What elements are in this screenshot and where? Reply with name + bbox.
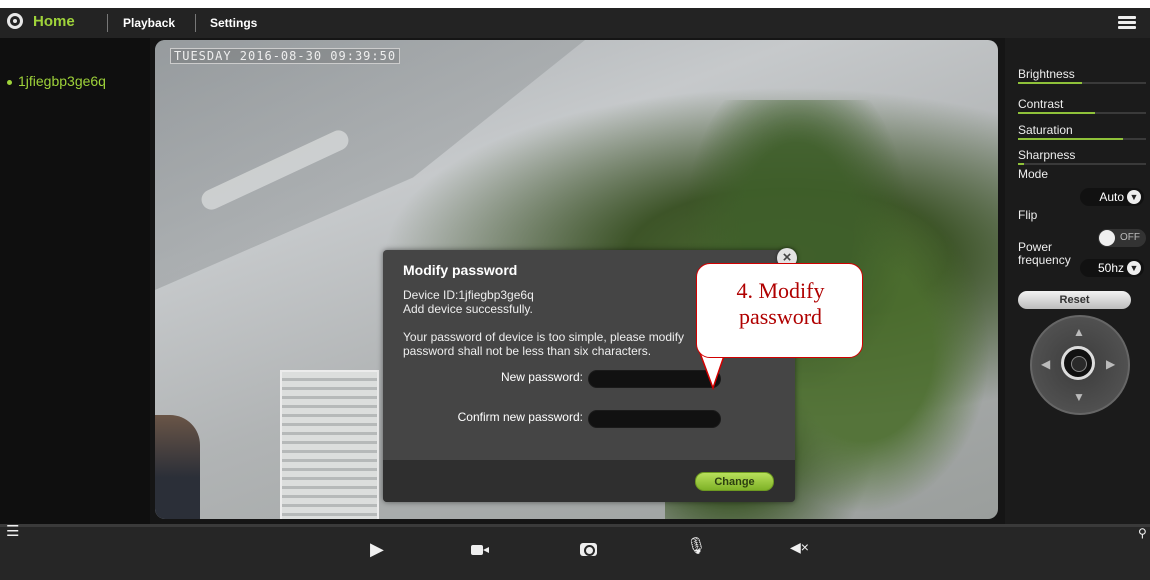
pan-up-icon[interactable]: ▲	[1073, 325, 1085, 339]
reset-button[interactable]: Reset	[1018, 291, 1131, 309]
instruction-callout: 4. Modify password	[696, 263, 863, 358]
mode-label: Mode	[1018, 167, 1049, 181]
pan-right-icon[interactable]: ▶	[1106, 357, 1115, 371]
slider-track[interactable]	[1018, 112, 1146, 114]
slider-track[interactable]	[1018, 138, 1146, 140]
nav-divider	[195, 14, 196, 32]
callout-pointer	[699, 353, 726, 391]
success-message: Add device successfully.	[403, 302, 533, 316]
ptz-direction-pad: ▲ ▼ ◀ ▶	[1030, 315, 1130, 415]
play-icon[interactable]: ▶	[370, 539, 384, 560]
nav-playback-tab[interactable]: Playback	[123, 16, 175, 30]
ptz-center-button[interactable]	[1061, 346, 1095, 380]
location-icon[interactable]: ⚲	[1138, 526, 1147, 540]
confirm-password-label: Confirm new password:	[457, 410, 583, 424]
brightness-slider[interactable]: Brightness	[1018, 65, 1146, 91]
app-window: Home Playback Settings 1jfiegbp3ge6q 🔧 +…	[0, 8, 1150, 580]
power-frequency-select[interactable]: 50hz ▼	[1080, 259, 1144, 277]
device-list-item[interactable]: 1jfiegbp3ge6q	[7, 73, 106, 89]
new-password-label: New password:	[500, 370, 583, 384]
saturation-slider[interactable]: Saturation	[1018, 121, 1146, 147]
nav-settings-tab[interactable]: Settings	[210, 16, 257, 30]
flip-label: Flip	[1018, 208, 1038, 222]
slider-track[interactable]	[1018, 163, 1146, 165]
nav-divider	[107, 14, 108, 32]
mode-value: Auto	[1099, 190, 1124, 204]
menu-icon[interactable]: ☰	[6, 522, 19, 540]
flip-toggle-state: OFF	[1120, 232, 1140, 243]
main-menu-icon[interactable]	[1118, 16, 1136, 30]
saturation-label: Saturation	[1018, 123, 1073, 137]
warning-message-line1: Your password of device is too simple, p…	[403, 330, 685, 344]
online-status-dot	[7, 79, 12, 85]
power-frequency-value: 50hz	[1097, 261, 1124, 275]
contrast-slider[interactable]: Contrast	[1018, 95, 1146, 121]
playback-control-bar	[0, 524, 1150, 580]
top-nav-bar: Home Playback Settings	[0, 8, 1150, 38]
flip-toggle[interactable]: OFF	[1098, 229, 1146, 247]
nav-home-tab[interactable]: Home	[33, 13, 75, 30]
slider-fill	[1018, 112, 1095, 114]
slider-track[interactable]	[1018, 82, 1146, 84]
device-list-sidebar: 1jfiegbp3ge6q 🔧 + ↻	[0, 38, 150, 548]
slider-fill	[1018, 82, 1082, 84]
brightness-label: Brightness	[1018, 67, 1075, 81]
slider-fill	[1018, 163, 1025, 165]
change-button[interactable]: Change	[695, 472, 774, 491]
snapshot-icon[interactable]	[580, 543, 597, 556]
toggle-knob	[1099, 230, 1115, 246]
chevron-down-icon: ▼	[1127, 190, 1141, 204]
device-id-label: 1jfiegbp3ge6q	[18, 73, 106, 89]
record-icon[interactable]	[471, 545, 489, 555]
pan-left-icon[interactable]: ◀	[1041, 357, 1050, 371]
warning-message-line2: password shall not be less than six char…	[403, 344, 652, 358]
mic-mute-icon[interactable]: 🎙	[686, 536, 706, 556]
callout-line1: 4. Modify	[736, 278, 825, 303]
device-id-text: Device ID:1jfiegbp3ge6q	[403, 288, 534, 302]
chevron-down-icon: ▼	[1127, 261, 1141, 275]
sharpness-label: Sharpness	[1018, 148, 1076, 162]
video-scene-ac-unit	[280, 370, 379, 519]
callout-line2: password	[738, 304, 823, 329]
pan-down-icon[interactable]: ▼	[1073, 390, 1085, 404]
mode-select[interactable]: Auto ▼	[1080, 188, 1144, 206]
slider-fill	[1018, 138, 1123, 140]
video-scene-person	[155, 415, 200, 519]
power-frequency-label: Power frequency	[1018, 240, 1071, 267]
confirm-password-input[interactable]	[588, 410, 721, 428]
dialog-title: Modify password	[403, 262, 518, 278]
contrast-label: Contrast	[1018, 97, 1064, 111]
speaker-mute-icon[interactable]: ◀×	[790, 539, 809, 556]
app-logo-icon	[7, 13, 23, 29]
bar-divider	[0, 524, 1150, 527]
callout-text: 4. Modify password	[697, 278, 864, 330]
video-timestamp-overlay: TUESDAY 2016-08-30 09:39:50	[170, 48, 401, 64]
